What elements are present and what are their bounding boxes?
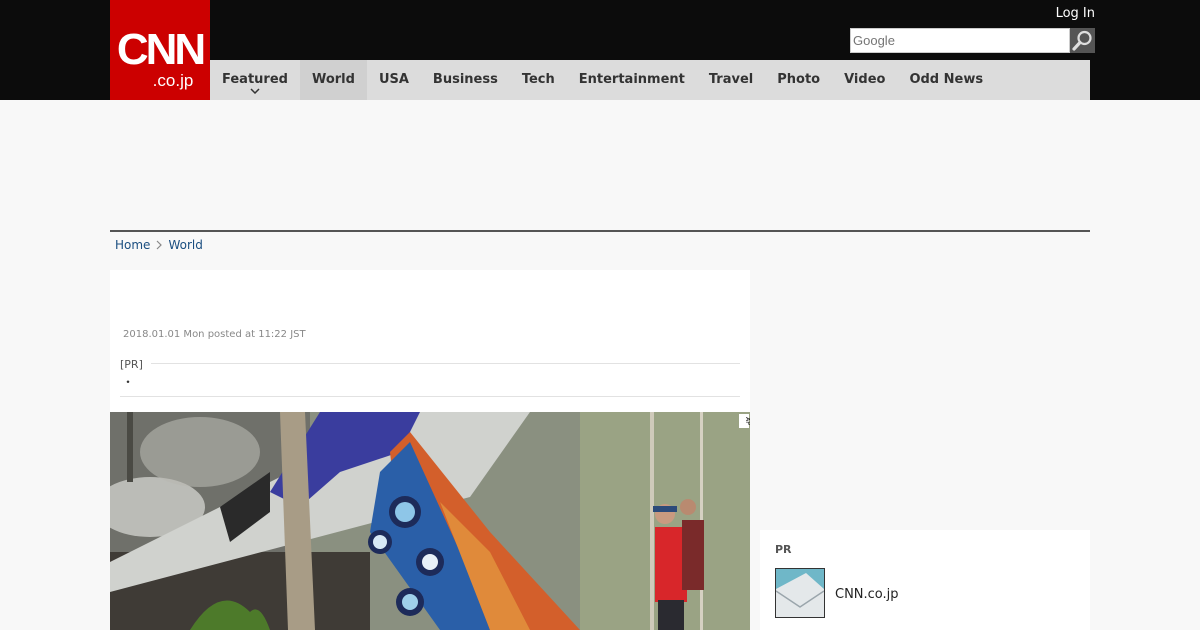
nav-item-label: Entertainment — [578, 72, 685, 87]
article-date: 2018.01.01 Mon posted at 11:22 JST — [123, 329, 306, 340]
main-nav: Featured World USA Business Tech Enterta… — [210, 60, 1090, 100]
chevron-down-icon — [250, 88, 260, 94]
article-card: 2018.01.01 Mon posted at 11:22 JST [PR] … — [110, 270, 750, 630]
nav-item-photo[interactable]: Photo — [765, 60, 832, 100]
pr-link[interactable]: ・ — [122, 373, 134, 390]
nav-item-label: Featured — [222, 72, 288, 87]
nav-item-label: USA — [378, 72, 409, 87]
sidebar-pr-box: PR CNN.co.jp — [760, 530, 1090, 630]
search-input[interactable] — [850, 28, 1070, 53]
sidebar-thumbnail[interactable] — [775, 568, 825, 618]
nav-item-label: Photo — [777, 72, 821, 87]
chevron-right-icon — [156, 240, 163, 250]
cnn-logo[interactable]: CNN .co.jp — [110, 0, 210, 100]
breadcrumb-home[interactable]: Home — [115, 238, 150, 252]
nav-item-odd-news[interactable]: Odd News — [897, 60, 995, 100]
nav-item-travel[interactable]: Travel — [697, 60, 765, 100]
nav-item-label: Travel — [708, 72, 754, 87]
nav-item-label: World — [311, 72, 355, 87]
nav-item-video[interactable]: Video — [832, 60, 897, 100]
nav-item-world[interactable]: World — [299, 60, 367, 100]
login-link[interactable]: Log In — [1056, 6, 1095, 21]
sidebar-pr-heading: PR — [775, 543, 792, 556]
nav-item-usa[interactable]: USA — [367, 60, 421, 100]
section-divider — [110, 230, 1090, 232]
nav-item-label: Business — [432, 72, 498, 87]
sidebar-item-link[interactable]: CNN.co.jp — [835, 587, 899, 602]
nav-item-label: Odd News — [909, 72, 984, 87]
pr-divider — [120, 363, 740, 364]
logo-main-text: CNN — [116, 25, 206, 74]
nav-item-entertainment[interactable]: Entertainment — [567, 60, 697, 100]
search-icon — [1072, 30, 1092, 51]
breadcrumb-world[interactable]: World — [168, 238, 202, 252]
nav-item-business[interactable]: Business — [421, 60, 510, 100]
article-photo: AP — [110, 412, 750, 630]
pr-divider-bottom — [120, 396, 740, 397]
logo-sub-text: .co.jp — [152, 71, 194, 90]
mail-icon — [776, 569, 824, 617]
breadcrumb: Home World — [115, 238, 203, 252]
nav-item-label: Tech — [521, 72, 555, 87]
nav-item-tech[interactable]: Tech — [510, 60, 567, 100]
pr-label: [PR] — [120, 358, 151, 371]
nav-item-label: Video — [844, 72, 886, 87]
search-button[interactable] — [1070, 28, 1095, 53]
nav-item-featured[interactable]: Featured — [210, 60, 300, 100]
photo-credit: AP — [744, 417, 750, 425]
